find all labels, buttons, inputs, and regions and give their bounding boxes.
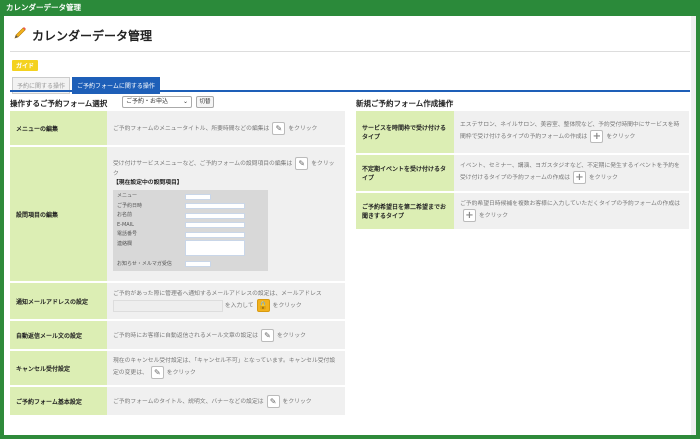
preview-label: メニュー	[117, 193, 138, 200]
table-row: ご予約フォーム基本設定 ご予約フォームのタイトル、説明文、バナーなどの設定は ✎ を…	[10, 387, 345, 415]
row-value: 受け付けサービスメニューなど、ご予約フォームの設問項目の編集は ✎ をクリック 【現…	[107, 147, 345, 281]
edit-icon[interactable]: ✎	[266, 394, 280, 408]
row-value: 現在のキャンセル受付設定は、「キャンセル不可」となっています。キャンセル受付設定…	[107, 351, 345, 385]
row-text: をクリック	[288, 125, 318, 132]
row-value: イベント、セミナー、講演、ヨガスタジオなど、不定期に発生するイベントを予約を受け…	[454, 155, 689, 191]
preview-select	[185, 261, 211, 268]
row-text: をクリック	[282, 398, 312, 405]
row-label: ご予約希望日を第二希望までお聞きするタイプ	[356, 193, 454, 229]
row-label: 通知メールアドレスの設定	[10, 283, 107, 319]
main-frame: カレンダーデータ管理 ガイド 予約に関する操作 ご予約フォームに関する操作 操作…	[4, 16, 696, 435]
preview-input	[185, 212, 245, 219]
row-label: ご予約フォーム基本設定	[10, 387, 107, 415]
row-label: 不定期イベントを受け付けるタイプ	[356, 155, 454, 191]
row-value: ご予約フォームのメニュータイトル、所要時間などの編集は ✎ をクリック	[107, 111, 345, 145]
row-text: ご予約時にお客様に自動返信されるメール文章の設定は	[113, 332, 258, 339]
row-text: をクリック	[272, 303, 302, 309]
tab-underline	[10, 90, 690, 92]
preview-row: ご予約日時	[117, 201, 264, 211]
left-ops-table: メニューの編集 ご予約フォームのメニュータイトル、所要時間などの編集は ✎ をクリッ…	[10, 109, 345, 417]
row-text: を入力して	[224, 303, 254, 309]
preview-label: お知らせ・メルマガ受信	[117, 260, 172, 267]
preview-label: お名前	[117, 212, 133, 219]
row-text: ご予約希望日時候補を複数お客様に入力していただくタイプの予約フォームの作成は	[460, 201, 680, 207]
edit-icon[interactable]: ✎	[272, 121, 286, 135]
row-label: キャンセル受付設定	[10, 351, 107, 385]
table-row: キャンセル受付設定 現在のキャンセル受付設定は、「キャンセル不可」となっています…	[10, 351, 345, 385]
page-title: カレンダーデータ管理	[32, 28, 153, 43]
preview-input	[185, 222, 245, 229]
table-row: メニューの編集 ご予約フォームのメニュータイトル、所要時間などの編集は ✎ をクリッ…	[10, 111, 345, 145]
preview-datetime	[185, 203, 245, 210]
row-text: 現在のキャンセル受付設定は、「キャンセル不可」となっています。キャンセル受付設定…	[113, 358, 336, 376]
lock-icon[interactable]: 🔒	[256, 299, 270, 312]
row-text: イベント、セミナー、講演、ヨガスタジオなど、不定期に発生するイベントを予約を受け…	[460, 163, 680, 181]
row-text: ご予約があった際に管理者へ通知するメールアドレスの設定は、メールアドレス	[113, 291, 322, 297]
edit-icon[interactable]: ✎	[260, 328, 274, 342]
pencil-icon	[12, 25, 28, 45]
form-preview: メニュー ご予約日時 お名前 E-MAIL 電話番号 連絡欄 お知らせ・メルマガ…	[113, 189, 268, 272]
row-value: ご予約フォームのタイトル、説明文、バナーなどの設定は ✎ をクリック	[107, 387, 345, 415]
preview-select	[185, 193, 211, 200]
form-select-value: ご予約・お申込	[126, 98, 169, 105]
switch-button[interactable]: 切替	[196, 96, 214, 108]
row-value: ご予約希望日時候補を複数お客様に入力していただくタイプの予約フォームの作成は + を…	[454, 193, 689, 229]
table-row: 設問項目の編集 受け付けサービスメニューなど、ご予約フォームの設問項目の編集は ✎…	[10, 147, 345, 281]
add-icon[interactable]: +	[572, 171, 586, 184]
window-title: カレンダーデータ管理	[0, 0, 700, 16]
row-label: 設問項目の編集	[10, 147, 107, 281]
table-row: 自動返信メール文の設定 ご予約時にお客様に自動返信されるメール文章の設定は ✎ をク…	[10, 321, 345, 349]
right-section-title: 新規ご予約フォーム作成操作	[356, 99, 454, 108]
right-ops-table: サービスを時間枠で受け付けるタイプ エステサロン、ネイルサロン、美容室、整体院な…	[356, 109, 689, 231]
form-select[interactable]: ご予約・お申込 ⌄	[122, 96, 192, 108]
row-text: ご予約フォームのタイトル、説明文、バナーなどの設定は	[113, 398, 264, 405]
row-text: 受け付けサービスメニューなど、ご予約フォームの設問項目の編集は	[113, 160, 293, 167]
page-header: カレンダーデータ管理	[12, 24, 152, 46]
preview-row: 電話番号	[117, 230, 264, 240]
preview-row: お名前	[117, 211, 264, 221]
header-divider	[10, 51, 690, 52]
edit-icon[interactable]: ✎	[150, 366, 164, 379]
preview-label: 連絡欄	[117, 240, 133, 247]
preview-row: メニュー	[117, 192, 264, 202]
preview-label: ご予約日時	[117, 202, 143, 209]
row-label: メニューの編集	[10, 111, 107, 145]
table-row: 不定期イベントを受け付けるタイプ イベント、セミナー、講演、ヨガスタジオなど、不…	[356, 155, 689, 191]
table-row: ご予約希望日を第二希望までお聞きするタイプ ご予約希望日時候補を複数お客様に入力…	[356, 193, 689, 229]
preview-textarea	[185, 239, 245, 256]
preview-label: E-MAIL	[117, 221, 134, 228]
row-text: をクリック	[606, 134, 636, 140]
row-label: 自動返信メール文の設定	[10, 321, 107, 349]
table-row: 通知メールアドレスの設定 ご予約があった際に管理者へ通知するメールアドレスの設定…	[10, 283, 345, 319]
row-value: ご予約があった際に管理者へ通知するメールアドレスの設定は、メールアドレス を入力…	[107, 283, 345, 319]
row-text: をクリック	[276, 332, 306, 339]
row-text: エステサロン、ネイルサロン、美容室、整体院など、予約受付時間中にサービスを時間枠…	[460, 122, 680, 140]
preview-row: 連絡欄	[117, 239, 264, 260]
row-text: をクリック	[588, 175, 618, 181]
row-text: ご予約フォームのメニュータイトル、所要時間などの編集は	[113, 125, 270, 132]
add-icon[interactable]: +	[463, 209, 476, 222]
left-section-title: 操作するご予約フォーム選択	[10, 99, 108, 108]
preview-row: E-MAIL	[117, 221, 264, 231]
table-row: サービスを時間枠で受け付けるタイプ エステサロン、ネイルサロン、美容室、整体院な…	[356, 111, 689, 153]
row-text: をクリック	[166, 370, 196, 376]
current-fields-heading: 【現在設定中の設問項目】	[113, 179, 183, 186]
row-text: をクリック	[479, 213, 508, 219]
row-label: サービスを時間枠で受け付けるタイプ	[356, 111, 454, 153]
chevron-down-icon: ⌄	[182, 98, 188, 105]
preview-row: お知らせ・メルマガ受信	[117, 260, 264, 270]
preview-input	[185, 231, 245, 238]
row-value: ご予約時にお客様に自動返信されるメール文章の設定は ✎ をクリック	[107, 321, 345, 349]
scrollbar[interactable]	[691, 16, 696, 435]
row-value: エステサロン、ネイルサロン、美容室、整体院など、予約受付時間中にサービスを時間枠…	[454, 111, 689, 153]
preview-label: 電話番号	[117, 231, 138, 238]
add-icon[interactable]: +	[590, 130, 604, 143]
edit-icon[interactable]: ✎	[295, 156, 309, 170]
guide-badge[interactable]: ガイド	[12, 60, 39, 71]
email-input[interactable]	[113, 299, 223, 312]
